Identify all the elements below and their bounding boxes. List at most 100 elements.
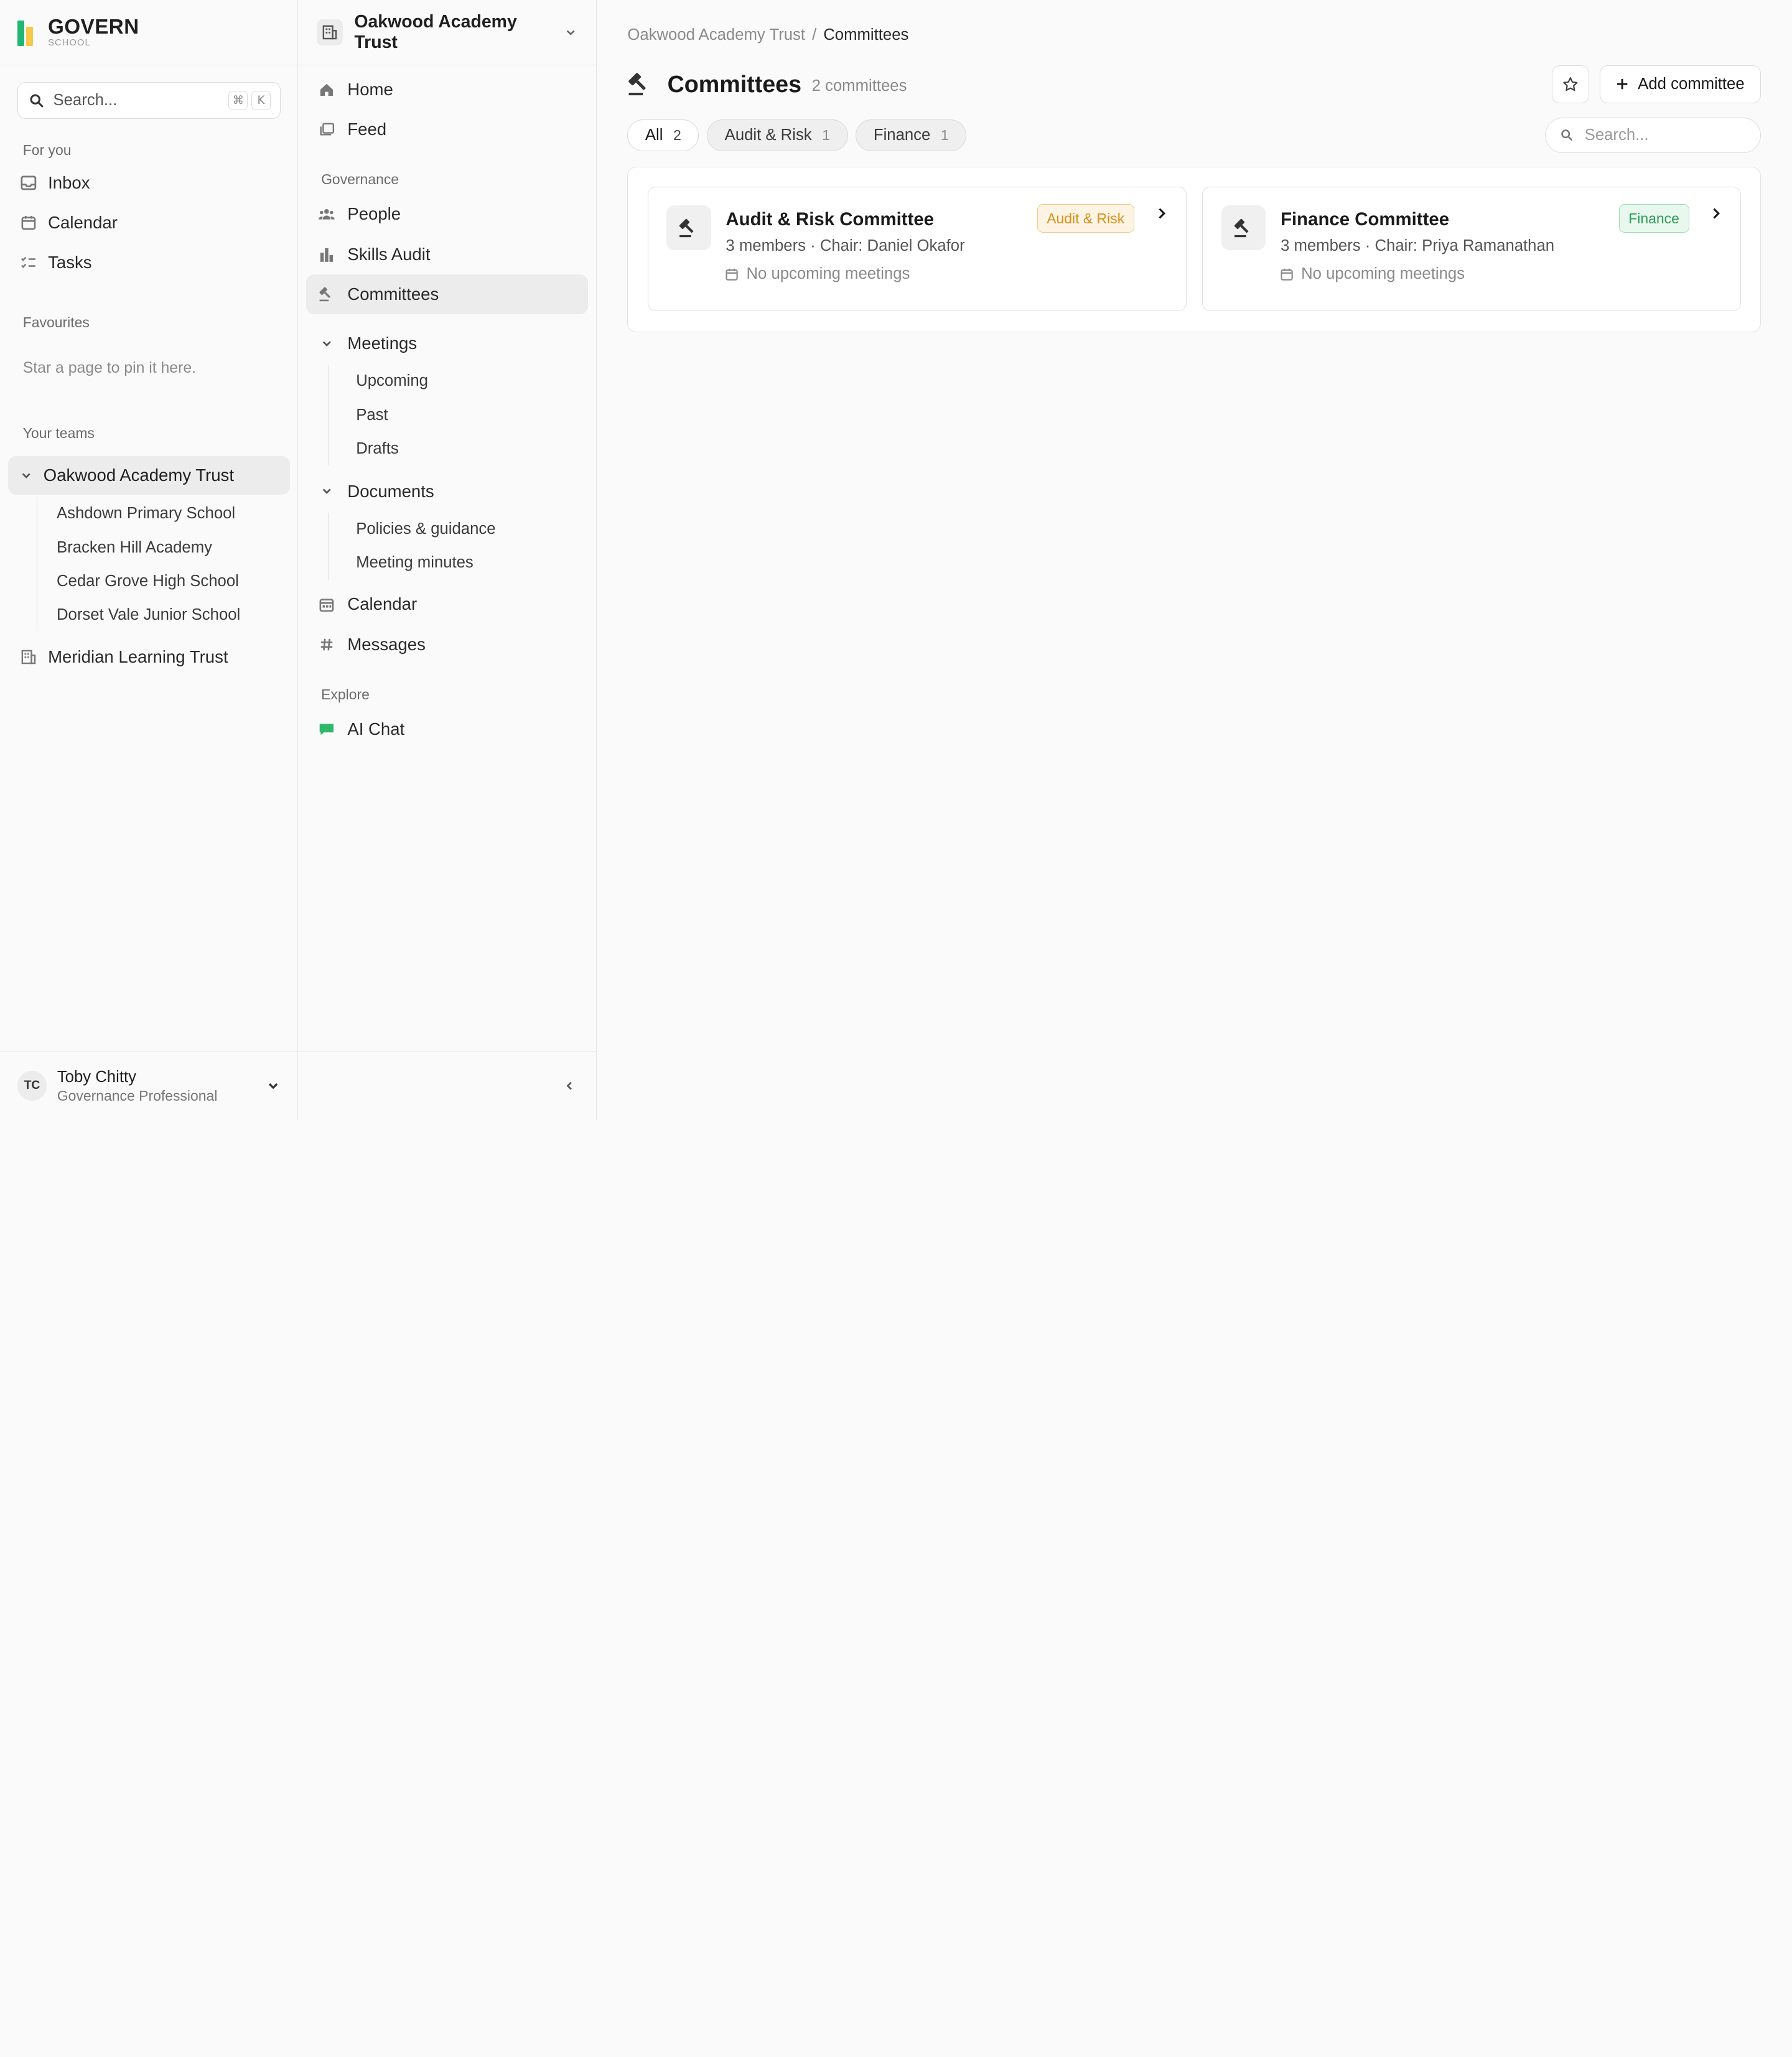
filter-chip-finance[interactable]: Finance 1 — [856, 119, 967, 151]
page-header: Committees 2 committees Add committee — [627, 65, 1762, 103]
nav-label: Calendar — [347, 594, 418, 614]
gavel-icon — [666, 205, 711, 250]
nav-calendar[interactable]: Calendar — [298, 584, 595, 624]
committee-meetings: No upcoming meetings — [726, 265, 1167, 283]
nav-meetings-past[interactable]: Past — [356, 398, 596, 432]
filter-chip-audit-risk[interactable]: Audit & Risk 1 — [707, 119, 848, 151]
nav-feed[interactable]: Feed — [298, 110, 595, 149]
documents-submenu: Policies & guidance Meeting minutes — [328, 512, 596, 580]
chat-bubble-icon — [319, 721, 335, 737]
chip-count: 1 — [940, 126, 949, 143]
nav-ai-chat[interactable]: AI Chat — [298, 709, 595, 749]
nav-skills-audit[interactable]: Skills Audit — [298, 234, 595, 274]
search-icon — [30, 94, 44, 108]
nav-documents-policies[interactable]: Policies & guidance — [356, 513, 596, 546]
checklist-icon — [21, 254, 37, 271]
school-item[interactable]: Cedar Grove High School — [57, 564, 297, 598]
chevron-down-icon[interactable] — [267, 1080, 279, 1092]
gavel-icon — [1221, 205, 1266, 250]
committee-card-finance[interactable]: Finance Committee 3 members · Chair: Pri… — [1202, 186, 1742, 311]
sidebar-item-label: Inbox — [48, 172, 90, 192]
search-shortcut: ⌘ K — [228, 91, 271, 111]
add-committee-label: Add committee — [1638, 75, 1745, 93]
calendar-icon — [726, 268, 739, 281]
nav-label: Meetings — [347, 333, 418, 353]
nav-label: Messages — [347, 634, 426, 654]
nav-meetings[interactable]: Meetings — [298, 324, 595, 363]
chevron-down-icon[interactable] — [319, 483, 335, 500]
committee-count: 2 committees — [811, 77, 907, 95]
nav-documents[interactable]: Documents — [298, 472, 595, 511]
school-item[interactable]: Dorset Vale Junior School — [57, 598, 297, 632]
nav-label: Feed — [347, 119, 387, 139]
chevron-down-icon[interactable] — [565, 27, 576, 38]
sidebar-item-label: Tasks — [48, 253, 92, 273]
breadcrumb: Oakwood Academy Trust / Committees — [627, 0, 1761, 44]
chip-label: Finance — [873, 126, 931, 144]
search-placeholder: Search... — [1584, 126, 1649, 144]
team-oakwood[interactable]: Oakwood Academy Trust — [7, 455, 290, 495]
governance-label: Governance — [321, 171, 399, 188]
committee-meta: 3 members · Chair: Priya Ramanathan — [1281, 236, 1555, 254]
primary-sidebar: GOVERN SCHOOL Search... ⌘ K For you Inbo… — [0, 0, 299, 1120]
nav-home[interactable]: Home — [298, 70, 595, 110]
breadcrumb-org[interactable]: Oakwood Academy Trust — [627, 26, 805, 44]
committee-type-badge: Audit & Risk — [1037, 204, 1134, 233]
nav-meetings-drafts[interactable]: Drafts — [356, 432, 596, 465]
nav-label: Committees — [347, 284, 439, 304]
sidebar-item-tasks[interactable]: Tasks — [0, 243, 297, 282]
feed-icon — [319, 122, 335, 138]
cmd-key: ⌘ — [228, 91, 248, 111]
nav-label: People — [347, 204, 401, 224]
search-icon — [1561, 129, 1573, 141]
org-name: Oakwood Academy Trust — [354, 11, 517, 52]
school-item[interactable]: Ashdown Primary School — [57, 497, 297, 531]
search-placeholder: Search... — [53, 91, 118, 110]
nav-messages[interactable]: Messages — [298, 625, 595, 665]
breadcrumb-separator: / — [812, 26, 817, 44]
favourites-label: Favourites — [22, 314, 90, 330]
chevron-right-icon — [1159, 208, 1165, 219]
team-meridian[interactable]: Meridian Learning Trust — [0, 638, 297, 676]
main-content: Oakwood Academy Trust / Committees Commi… — [596, 0, 1792, 1120]
sidebar-item-calendar[interactable]: Calendar — [0, 203, 297, 242]
committee-meta: 3 members · Chair: Daniel Okafor — [726, 236, 965, 254]
app-root: GOVERN SCHOOL Search... ⌘ K For you Inbo… — [0, 0, 1792, 1120]
collapse-sidebar-button[interactable] — [298, 1051, 596, 1120]
nav-committees[interactable]: Committees — [306, 274, 588, 315]
school-list: Ashdown Primary School Bracken Hill Acad… — [36, 497, 298, 632]
nav-people[interactable]: People — [298, 194, 595, 234]
chevron-down-icon[interactable] — [21, 470, 32, 481]
logo[interactable]: GOVERN SCHOOL — [0, 0, 298, 65]
nav-meetings-upcoming[interactable]: Upcoming — [356, 365, 596, 398]
team-label: Oakwood Academy Trust — [43, 465, 234, 485]
building-icon — [316, 19, 343, 45]
nav-label: Skills Audit — [347, 244, 431, 264]
committee-type-badge: Finance — [1618, 204, 1689, 233]
sidebar-item-inbox[interactable]: Inbox — [0, 164, 297, 202]
committee-meetings: No upcoming meetings — [1281, 265, 1722, 283]
nav-documents-minutes[interactable]: Meeting minutes — [356, 546, 596, 580]
nav-label: Documents — [347, 481, 434, 501]
user-name: Toby Chitty — [57, 1068, 136, 1086]
chevron-right-icon — [1713, 208, 1720, 219]
meetings-status: No upcoming meetings — [1301, 265, 1465, 283]
secondary-sidebar: Oakwood Academy Trust Home Feed Governan… — [298, 0, 597, 1120]
org-switcher[interactable]: Oakwood Academy Trust — [298, 0, 596, 65]
school-item[interactable]: Bracken Hill Academy — [57, 531, 297, 564]
bar-chart-icon — [319, 246, 335, 263]
teams-label: Your teams — [22, 425, 95, 442]
sidebar-item-label: Calendar — [48, 213, 118, 233]
add-committee-button[interactable]: Add committee — [1599, 65, 1762, 103]
filter-chip-all[interactable]: All 2 — [627, 119, 699, 151]
chevron-down-icon[interactable] — [319, 335, 335, 352]
calendar-icon — [21, 215, 37, 231]
favourite-button[interactable] — [1551, 65, 1590, 103]
favourites-empty-text: Star a page to pin it here. — [22, 360, 196, 377]
committee-card-audit-risk[interactable]: Audit & Risk Committee 3 members · Chair… — [647, 186, 1187, 311]
committee-search-input[interactable]: Search... — [1545, 117, 1762, 153]
user-menu[interactable]: TC Toby Chitty Governance Professional — [0, 1051, 298, 1120]
hash-icon — [319, 637, 335, 653]
global-search-input[interactable]: Search... ⌘ K — [17, 82, 281, 119]
user-role: Governance Professional — [57, 1088, 218, 1104]
